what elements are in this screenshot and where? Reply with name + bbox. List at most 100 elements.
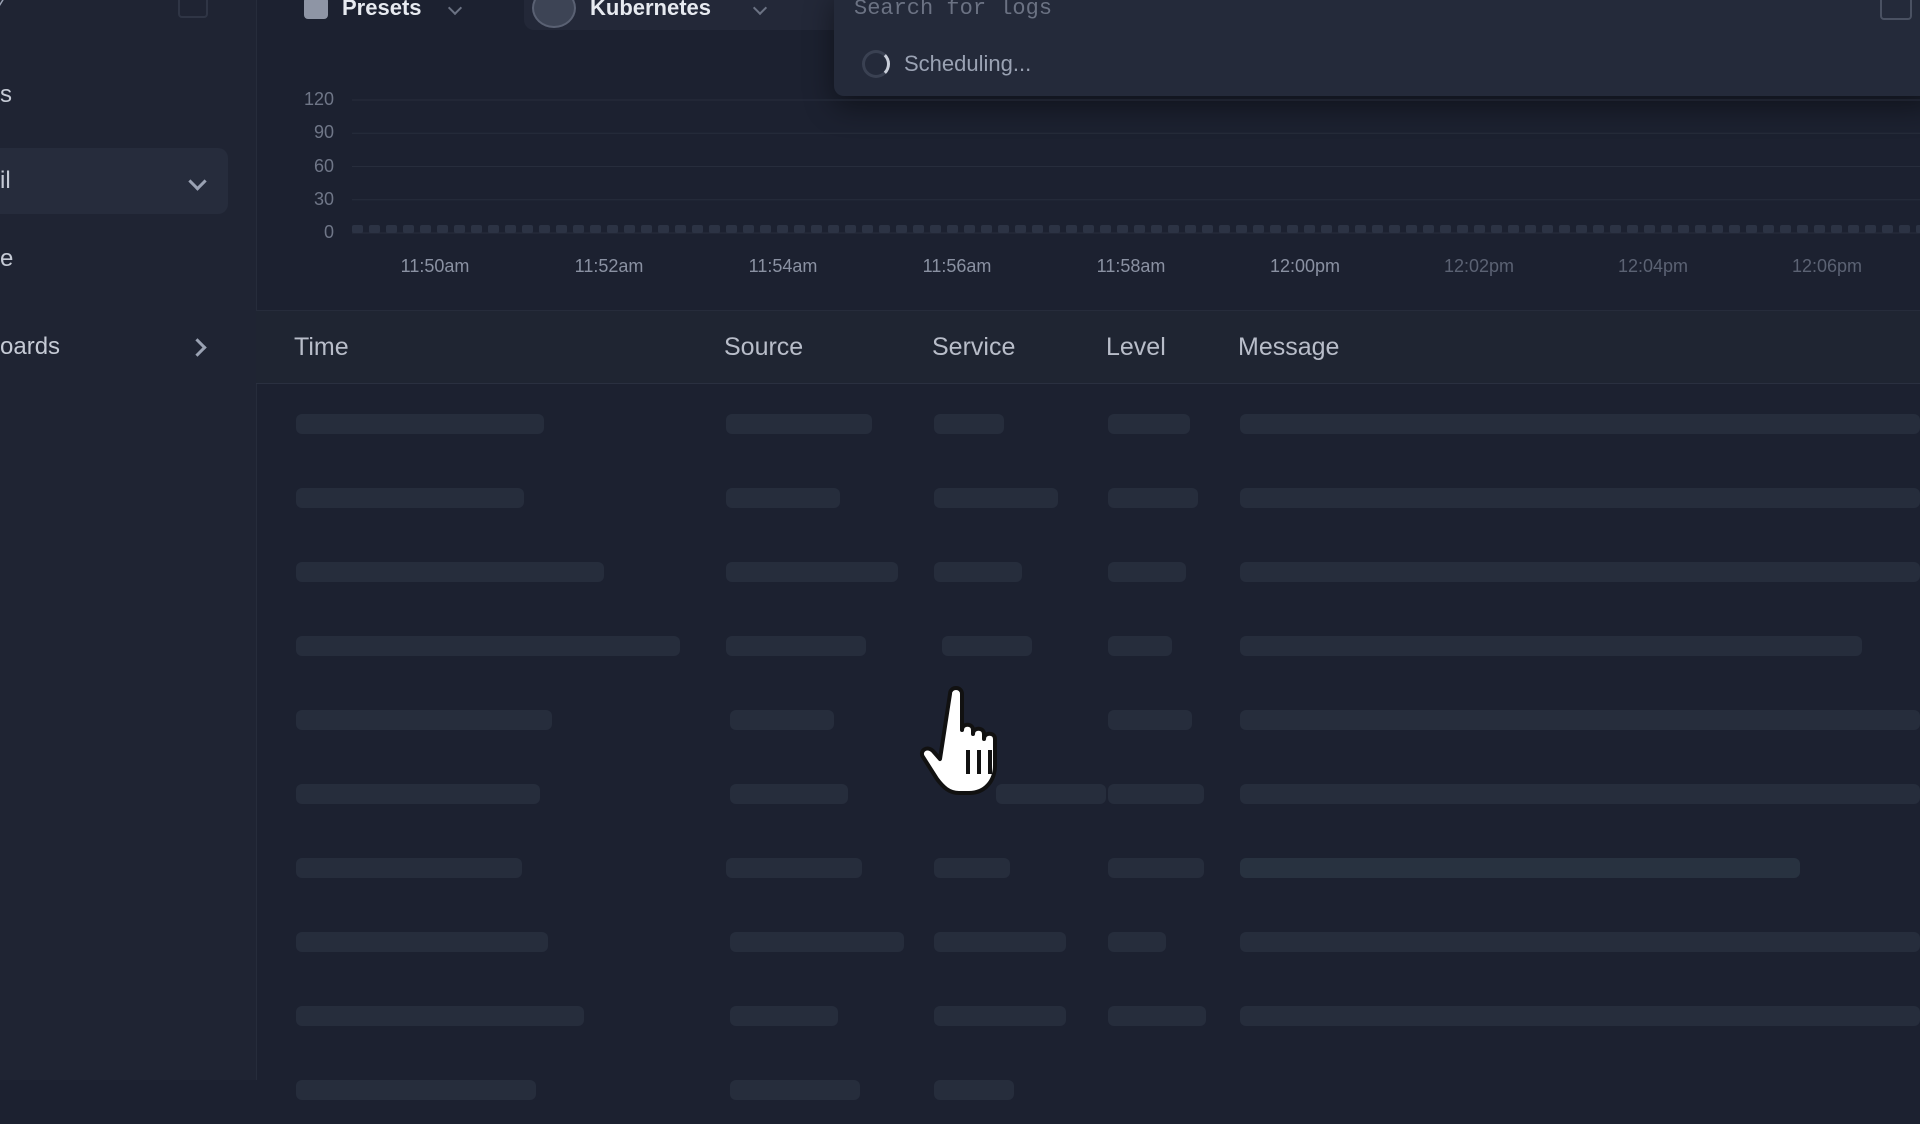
histogram-bar [709,225,720,233]
skeleton-cell [1240,488,1920,508]
column-level[interactable]: Level [1106,311,1166,383]
skeleton-cell [1108,858,1204,878]
skeleton-cell [296,636,680,656]
sidebar-item-label: e [0,245,14,272]
histogram-bar [692,225,703,233]
table-row-placeholder [256,976,1920,1050]
x-tick-label: 11:52am [574,256,644,276]
histogram-bar [1678,225,1689,233]
skeleton-cell [726,858,862,878]
sidebar-item-label: il [0,167,11,194]
search-input[interactable]: Search for logs [854,0,1052,21]
column-service[interactable]: Service [932,311,1015,383]
skeleton-cell [1240,414,1920,434]
histogram-bar [1474,225,1485,233]
sidebar: ⁄ s il e oards [0,0,257,1080]
x-tick-label: 12:00pm [1269,256,1341,276]
histogram-bar [556,225,567,233]
table-row-placeholder [256,606,1920,680]
column-message[interactable]: Message [1238,311,1339,383]
skeleton-cell [1240,932,1920,952]
y-tick-label: 60 [313,155,334,176]
histogram-bar [1304,225,1315,233]
histogram-bar [420,225,431,233]
skeleton-cell [296,488,524,508]
skeleton-cell [1108,710,1192,730]
histogram-bar [437,225,448,233]
query-status: Scheduling... [862,50,1031,78]
sidebar-top-glyph: ⁄ [0,0,5,17]
copy-icon[interactable] [1880,0,1912,20]
histogram-bar [386,225,397,233]
histogram-bar [607,225,618,233]
histogram-bar [1406,225,1417,233]
histogram-bar [1814,225,1825,233]
histogram-bar [1117,225,1128,233]
log-histogram: 120 90 60 30 0 11:50am 11:52am 11:54am 11:56am 1… [260,80,1920,300]
sidebar-collapse-icon[interactable] [178,0,208,18]
table-row-placeholder [256,1050,1920,1124]
column-time[interactable]: Time [294,311,349,383]
column-source[interactable]: Source [724,311,803,383]
histogram-bar [896,225,907,233]
histogram-bar [879,225,890,233]
histogram-bar [1134,225,1145,233]
histogram-bar [794,225,805,233]
histogram-bar [590,225,601,233]
skeleton-cell [1240,710,1920,730]
histogram-bar [1440,225,1451,233]
sidebar-item-label: s [0,81,12,108]
histogram-bar [488,225,499,233]
skeleton-cell [1240,1006,1920,1026]
histogram-bar [1491,225,1502,233]
hand-cursor-icon [920,686,997,795]
histogram-bar [828,225,839,233]
histogram-bar [1389,225,1400,233]
skeleton-cell [934,488,1058,508]
histogram-bar [1559,225,1570,233]
histogram-bar [1457,225,1468,233]
skeleton-cell [730,710,834,730]
histogram-bar [1508,225,1519,233]
table-row-placeholder [256,680,1920,754]
spinner-icon [862,50,890,78]
histogram-bar [1780,225,1791,233]
skeleton-cell [730,1080,860,1100]
histogram-bar [981,225,992,233]
histogram-bar [760,225,771,233]
sidebar-item-dashboards[interactable]: oards [0,314,228,380]
histogram-bar [913,225,924,233]
log-rows [256,384,1920,1100]
kubernetes-icon [532,0,576,28]
x-tick-label: 11:58am [1096,256,1166,276]
histogram-bar [1202,225,1213,233]
y-tick-label: 90 [313,122,334,143]
chevron-down-icon [188,148,207,214]
sidebar-item-3[interactable]: e [0,226,228,292]
sidebar-item-1[interactable]: s [0,62,228,128]
histogram-bar [1423,225,1434,233]
histogram-bar [1100,225,1111,233]
histogram-bar [947,225,958,233]
histogram-bar [1848,225,1859,233]
chevron-right-icon [188,314,207,380]
histogram-bar [658,225,669,233]
histogram-bar [964,225,975,233]
histogram-bar [454,225,465,233]
source-select[interactable]: Kubernetes [524,0,846,30]
presets-button[interactable]: Presets [304,0,462,30]
skeleton-cell [1108,1006,1206,1026]
histogram-bar [1338,225,1349,233]
histogram-bar [624,225,635,233]
histogram-bar [1865,225,1876,233]
skeleton-cell [296,414,544,434]
histogram-bar [1746,225,1757,233]
sidebar-item-2[interactable]: il [0,148,228,214]
histogram-bar [743,225,754,233]
histogram-bar [1525,225,1536,233]
histogram-bar [471,225,482,233]
histogram-bar [1661,225,1672,233]
histogram-bar [522,225,533,233]
skeleton-cell [296,562,604,582]
histogram-bar [1542,225,1553,233]
